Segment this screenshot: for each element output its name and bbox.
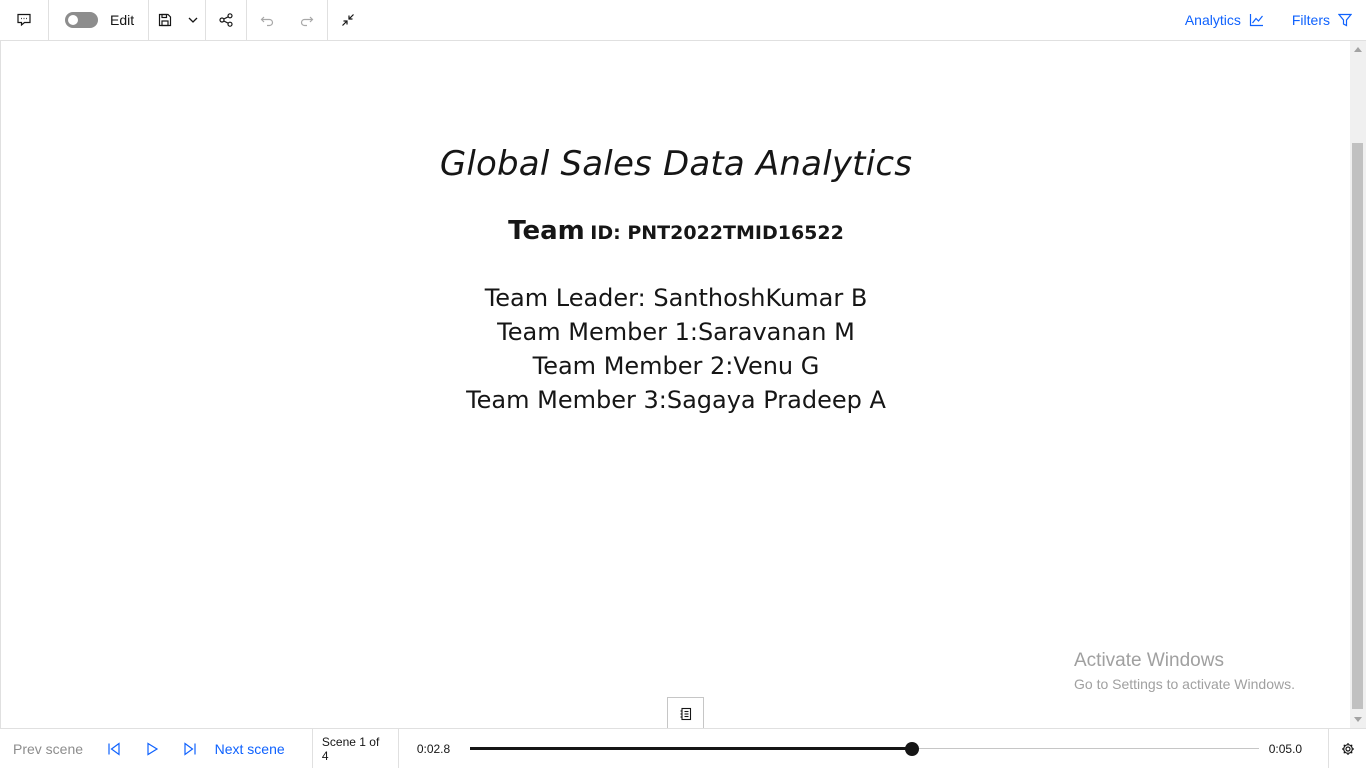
undo-button[interactable]: [247, 0, 287, 40]
filters-label: Filters: [1291, 12, 1330, 28]
scroll-thumb[interactable]: [1352, 143, 1363, 709]
history-group: [247, 0, 329, 40]
comment-group: [0, 0, 49, 40]
toolbar-right: Analytics Filters: [1171, 0, 1366, 40]
collapse-group: [328, 0, 368, 40]
top-toolbar: Edit Analytics Filters: [0, 0, 1366, 41]
save-group: [149, 0, 207, 40]
edit-label: Edit: [110, 12, 135, 28]
skip-back-icon: [108, 741, 120, 756]
skip-back-button[interactable]: [95, 729, 133, 768]
share-icon: [219, 13, 233, 27]
skip-forward-button[interactable]: [171, 729, 209, 768]
undo-icon: [260, 16, 274, 27]
filters-button[interactable]: Filters: [1278, 0, 1366, 40]
team-member-2: Team Member 2:Venu G: [532, 352, 820, 380]
prev-scene-button[interactable]: Prev scene: [0, 741, 95, 757]
watermark-subtitle: Go to Settings to activate Windows.: [1074, 676, 1295, 692]
skip-forward-icon: [184, 741, 196, 756]
toggle-switch[interactable]: [65, 12, 98, 28]
slide-title: Global Sales Data Analytics: [439, 144, 913, 184]
comment-button[interactable]: [0, 0, 48, 40]
team-members: Team Leader: SanthoshKumar B Team Member…: [1, 281, 1351, 417]
comment-icon: [17, 13, 31, 27]
share-group: [206, 0, 248, 40]
next-scene-button[interactable]: Next scene: [209, 741, 312, 757]
redo-button[interactable]: [287, 0, 327, 40]
collapse-icon: [342, 14, 355, 26]
total-time: 0:05.0: [1268, 741, 1303, 756]
playback-bar: Prev scene Next scene Scene 1 of 4 0:02.…: [0, 728, 1366, 768]
scroll-down-arrow[interactable]: [1354, 717, 1362, 722]
vertical-scrollbar[interactable]: [1350, 41, 1366, 728]
redo-icon: [301, 16, 314, 27]
scroll-up-arrow[interactable]: [1354, 47, 1362, 52]
collapse-button[interactable]: [328, 0, 368, 40]
settings-button[interactable]: [1328, 728, 1366, 768]
filter-icon: [1338, 13, 1352, 27]
save-options-button[interactable]: [181, 0, 205, 40]
chart-icon: [1249, 14, 1263, 27]
analytics-button[interactable]: Analytics: [1171, 0, 1278, 40]
story-canvas: Global Sales Data Analytics Team ID: PNT…: [0, 41, 1351, 729]
team-id-line: Team ID: PNT2022TMID16522: [1, 216, 1351, 246]
notes-icon: [680, 707, 691, 720]
team-id-prefix: Team: [508, 216, 585, 246]
notes-button[interactable]: [667, 697, 704, 729]
share-button[interactable]: [206, 0, 246, 40]
analytics-label: Analytics: [1184, 12, 1241, 28]
team-member-3: Team Member 3:Sagaya Pradeep A: [466, 386, 886, 414]
timeline-progress: [470, 746, 912, 750]
team-id-value: ID: PNT2022TMID16522: [590, 222, 844, 244]
activate-windows-watermark: Activate Windows Go to Settings to activ…: [1074, 650, 1295, 692]
watermark-title: Activate Windows: [1074, 650, 1224, 671]
timeline-handle[interactable]: [904, 741, 919, 756]
play-icon: [147, 741, 159, 756]
team-member-1: Team Member 1:Saravanan M: [497, 318, 855, 346]
edit-group: Edit: [49, 0, 150, 40]
save-button[interactable]: [149, 0, 181, 40]
settings-icon: [1341, 742, 1354, 755]
edit-toggle[interactable]: Edit: [49, 0, 148, 40]
team-leader: Team Leader: SanthoshKumar B: [484, 284, 868, 312]
save-icon: [159, 13, 172, 27]
current-time: 0:02.8: [416, 741, 451, 756]
play-button[interactable]: [133, 729, 171, 768]
chevron-down-icon: [188, 17, 198, 23]
scene-counter: Scene 1 of 4: [311, 728, 399, 768]
timeline-slider[interactable]: [470, 741, 1259, 756]
